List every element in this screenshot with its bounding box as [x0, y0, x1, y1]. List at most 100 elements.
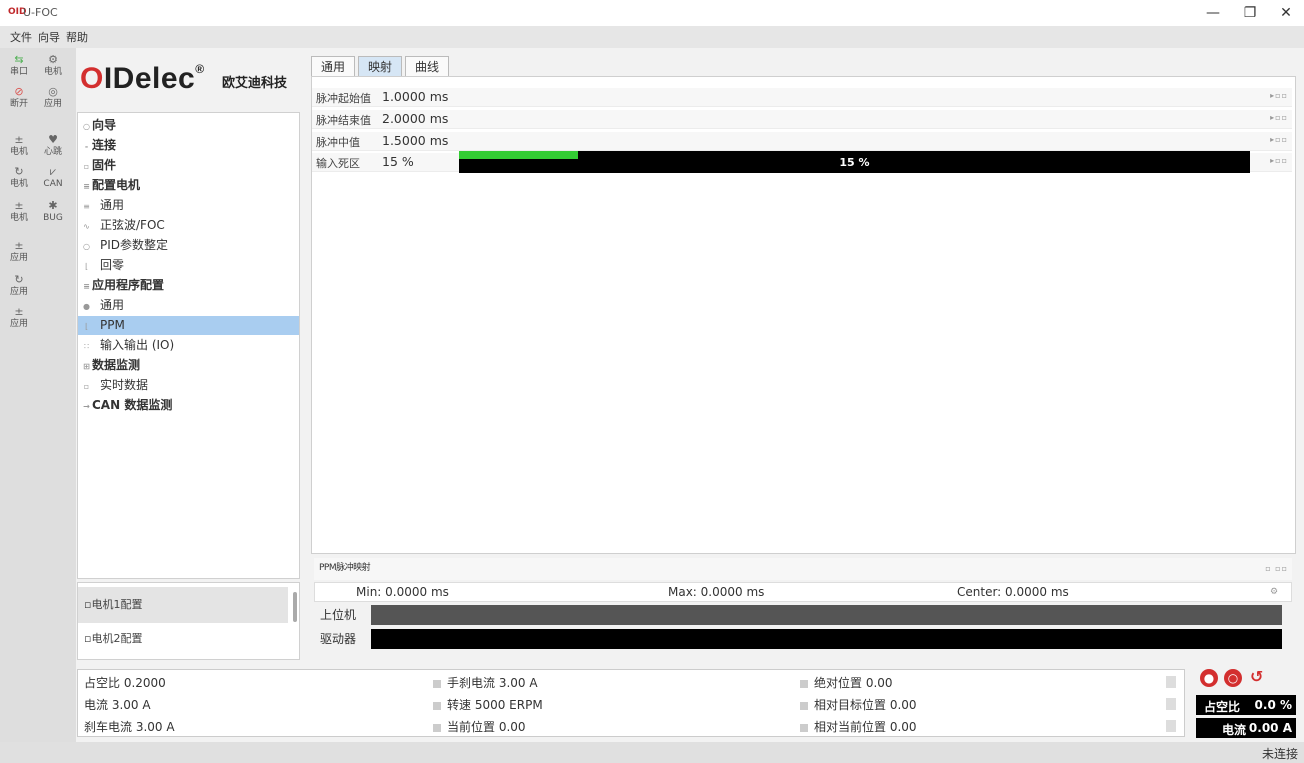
status-relative-target: 相对目标位置 0.00 — [800, 696, 917, 713]
toolbar-can-button[interactable]: ⩗ CAN — [38, 166, 68, 194]
nav-item-connect[interactable]: - 连接 — [78, 136, 299, 155]
tab-general[interactable]: 通用 — [311, 56, 355, 76]
param-row-pulse-end: 脉冲结束值 2.0000 ms ▸▫▫ — [312, 110, 1292, 129]
motor-icon: ⚙ — [48, 53, 58, 66]
motor2-config-item[interactable]: ▫电机2配置 — [78, 621, 288, 657]
toolbar-motor-button[interactable]: ⚙ 电机 — [38, 54, 68, 82]
nav-item-ppm[interactable]: ⌊ PPM — [78, 316, 299, 335]
reset-icon[interactable]: ↺ — [1250, 667, 1263, 686]
toolbar-app-upload-button[interactable]: ± 应用 — [4, 240, 34, 268]
status-button[interactable] — [1166, 676, 1176, 688]
toolbar-motor-refresh-button[interactable]: ↻ 电机 — [4, 166, 34, 194]
status-panel: 占空比 0.2000 电流 3.00 A 刹车电流 3.00 A 手刹电流 3.… — [77, 669, 1185, 737]
mapping-center: Center: 0.0000 ms — [957, 585, 1069, 599]
nav-item-firmware[interactable]: ▫ 固件 — [78, 156, 299, 175]
current-readout: 电流 0.00 A — [1196, 718, 1296, 738]
status-button[interactable] — [1166, 720, 1176, 732]
duty-readout: 占空比 0.0 % — [1196, 695, 1296, 715]
tab-curve[interactable]: 曲线 — [405, 56, 449, 76]
status-brake-current: 刹车电流 3.00 A — [84, 720, 175, 734]
mapping-min: Min: 0.0000 ms — [356, 585, 449, 599]
toolbar-motor-write-button[interactable]: ± 电机 — [4, 200, 34, 228]
mapping-settings-icon[interactable]: ⚙ — [1270, 587, 1278, 597]
brand-chinese-name: 欧艾迪科技 — [222, 76, 288, 91]
param-row-pulse-start: 脉冲起始值 1.0000 ms ▸▫▫ — [312, 88, 1292, 107]
heart-icon: ♥ — [48, 133, 58, 146]
apply-icon: ◎ — [48, 85, 58, 98]
param-label: 脉冲结束值 — [316, 114, 371, 127]
refresh-icon: ↻ — [14, 165, 24, 178]
disconnect-icon: ⊘ — [14, 85, 24, 98]
set-icon[interactable] — [433, 701, 441, 710]
upload-icon: ± — [14, 239, 24, 252]
param-buttons[interactable]: ▸▫▫ — [1270, 135, 1288, 144]
section-buttons[interactable]: ▫ ▫▫ — [1265, 564, 1288, 573]
status-bar: 未连接 — [0, 742, 1304, 763]
toolbar-bug-button[interactable]: ✱ BUG — [38, 200, 68, 228]
nav-item-data-monitor[interactable]: ⊞ 数据监测 — [78, 356, 299, 375]
record-button[interactable]: ○ — [1224, 669, 1242, 687]
toolbar-motor-upload-button[interactable]: ± 电机 — [4, 134, 34, 162]
motor-list-scrollbar[interactable] — [293, 592, 297, 622]
nav-item-realtime-data[interactable]: ▫ 实时数据 — [78, 376, 299, 395]
maximize-button[interactable]: ❐ — [1232, 2, 1268, 24]
status-speed: 转速 5000 ERPM — [433, 696, 543, 713]
toolbar-app-write-button[interactable]: ± 应用 — [4, 306, 34, 334]
tab-mapping[interactable]: 映射 — [358, 56, 402, 76]
app-title: U-FOC — [23, 6, 58, 19]
param-buttons[interactable]: ▸▫▫ — [1270, 91, 1288, 100]
motor-config-list: ▫电机1配置 ▫电机2配置 — [77, 582, 300, 660]
status-current: 电流 3.00 A — [84, 698, 151, 712]
minimize-button[interactable]: — — [1195, 2, 1231, 24]
ppm-mapping-title: PPM脉冲映射 — [319, 563, 371, 573]
nav-item-wizard[interactable]: ○ 向导 — [78, 116, 299, 135]
upload-icon: ± — [14, 199, 24, 212]
toolbar-app-refresh-button[interactable]: ↻ 应用 — [4, 274, 34, 302]
toolbar-disconnect-button[interactable]: ⊘ 断开 — [4, 86, 34, 114]
nav-item-motor-config[interactable]: ≡ 配置电机 — [78, 176, 299, 195]
nav-item-sine-foc[interactable]: ∿ 正弦波/FOC — [78, 216, 299, 235]
toolbar-heartbeat-button[interactable]: ♥ 心跳 — [38, 134, 68, 162]
menu-help[interactable]: 帮助 — [66, 29, 88, 45]
nav-item-io[interactable]: ∷ 输入输出 (IO) — [78, 336, 299, 355]
status-button[interactable] — [1166, 698, 1176, 710]
nav-item-can-monitor[interactable]: → CAN 数据监测 — [78, 396, 299, 415]
param-label: 脉冲中值 — [316, 136, 360, 149]
set-icon[interactable] — [800, 701, 808, 710]
nav-item-pid-tuning[interactable]: ○ PID参数整定 — [78, 236, 299, 255]
param-buttons[interactable]: ▸▫▫ — [1270, 156, 1288, 165]
status-current-position: 当前位置 0.00 — [433, 718, 526, 735]
close-button[interactable]: ✕ — [1268, 2, 1304, 24]
connection-status: 未连接 — [1261, 747, 1298, 761]
nav-item-app-general[interactable]: ● 通用 — [78, 296, 299, 315]
toolbar-apply-button[interactable]: ◎ 应用 — [38, 86, 68, 114]
stop-button[interactable]: ● — [1200, 669, 1218, 687]
refresh-icon: ↻ — [14, 273, 24, 286]
toolbar-connect-button[interactable]: ⇆ 串口 — [4, 54, 34, 82]
deadzone-field[interactable]: 15 % — [382, 154, 414, 169]
menu-file[interactable]: 文件 — [10, 29, 32, 45]
host-bar-label: 上位机 — [320, 608, 357, 622]
set-icon[interactable] — [800, 723, 808, 732]
set-icon[interactable] — [433, 723, 441, 732]
menu-wizard[interactable]: 向导 — [38, 29, 60, 45]
set-icon[interactable] — [800, 679, 808, 688]
toolbar: ⇆ 串口 ⚙ 电机 ⊘ 断开 ◎ 应用 ± 电机 ♥ 心跳 ↻ 电机 ⩗ CAN ± 电机 ✱ BU… — [0, 48, 76, 742]
nav-item-motor-general[interactable]: ≡ 通用 — [78, 196, 299, 215]
nav-item-app-config[interactable]: ≡ 应用程序配置 — [78, 276, 299, 295]
upload-icon: ± — [14, 133, 24, 146]
ppm-mapping-header: PPM脉冲映射 ▫ ▫▫ — [314, 558, 1292, 580]
can-icon: ⩗ — [49, 165, 57, 178]
param-buttons[interactable]: ▸▫▫ — [1270, 113, 1288, 122]
mapping-max: Max: 0.0000 ms — [668, 585, 765, 599]
pulse-center-field[interactable]: 1.5000 ms — [382, 133, 448, 148]
set-icon[interactable] — [433, 679, 441, 688]
deadzone-progress-bar[interactable]: 15 % — [459, 151, 1250, 173]
nav-item-homing[interactable]: ⌊ 回零 — [78, 256, 299, 275]
connect-icon: ⇆ — [14, 53, 24, 66]
pulse-start-field[interactable]: 1.0000 ms — [382, 89, 448, 104]
param-row-pulse-center: 脉冲中值 1.5000 ms ▸▫▫ — [312, 132, 1292, 151]
motor1-config-item[interactable]: ▫电机1配置 — [78, 587, 288, 623]
pulse-end-field[interactable]: 2.0000 ms — [382, 111, 448, 126]
status-relative-current: 相对当前位置 0.00 — [800, 718, 917, 735]
